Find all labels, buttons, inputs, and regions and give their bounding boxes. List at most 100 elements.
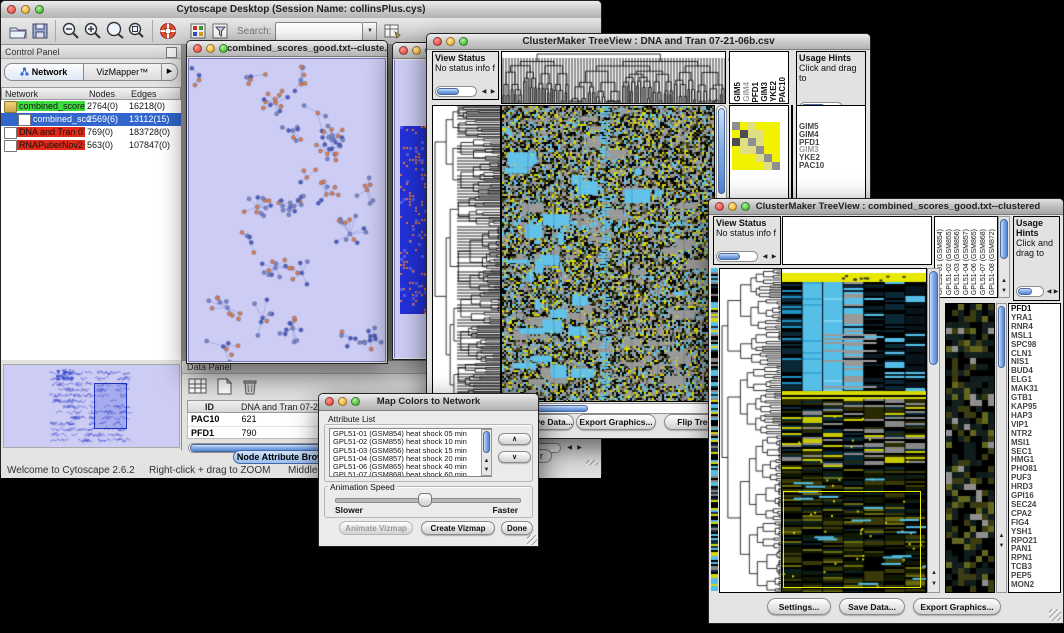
close-icon[interactable] (325, 397, 334, 406)
matrix-cell[interactable] (764, 162, 772, 170)
scroll-right-icon[interactable]: ▶ (489, 88, 497, 96)
matrix-cell[interactable] (772, 122, 780, 130)
minimize-icon[interactable] (412, 46, 421, 55)
scroll-up-icon[interactable]: ▲ (998, 532, 1005, 540)
matrix-cell[interactable] (772, 130, 780, 138)
scroll-right-icon[interactable]: ▶ (1053, 288, 1059, 296)
matrix-cell[interactable] (748, 122, 756, 130)
zoom-fit-icon[interactable] (126, 20, 148, 42)
attribute-listbox[interactable]: GPL51-01 (GSM854) heat shock 05 minGPL51… (329, 428, 492, 477)
view-status-scrollbar[interactable] (435, 86, 477, 97)
scroll-up-icon[interactable]: ▲ (930, 569, 938, 577)
network-tree-row[interactable]: RNAPuberNov2+ 563(0) 107847(0) (1, 139, 181, 152)
matrix-cell[interactable] (740, 154, 748, 162)
speed-slider-thumb[interactable] (418, 493, 432, 507)
network-tree-row[interactable]: DNA and Tran 07 769(0) 183728(0) (1, 126, 181, 139)
global-overview-strip[interactable] (711, 268, 718, 591)
matrix-cell[interactable] (732, 154, 740, 162)
close-icon[interactable] (7, 5, 16, 14)
tab-vizmapper[interactable]: VizMapper™ (84, 63, 163, 81)
attribute-list-scrollbar[interactable]: ▲ ▼ (481, 429, 492, 476)
float-panel-icon[interactable] (166, 47, 177, 58)
new-attribute-icon[interactable] (214, 378, 234, 401)
dialog-resize-grip[interactable] (527, 535, 537, 545)
attribute-list-item[interactable]: GPL51-07 (GSM868) heat shock 60 min (333, 471, 491, 477)
scroll-left-icon[interactable]: ◀ (565, 444, 574, 452)
search-dropdown-button[interactable]: ▼ (363, 22, 377, 41)
network-tree-row[interactable]: combined_scores 2764(0) 16218(0) (1, 100, 181, 113)
matrix-cell[interactable] (764, 138, 772, 146)
zoom-window-icon[interactable] (35, 5, 44, 14)
zoom-in-icon[interactable] (82, 20, 104, 42)
minimize-icon[interactable] (338, 397, 347, 406)
matrix-cell[interactable] (740, 130, 748, 138)
matrix-cell[interactable] (756, 130, 764, 138)
zoom-window-icon[interactable] (741, 202, 750, 211)
matrix-cell[interactable] (740, 146, 748, 154)
nodes-col-header[interactable]: Nodes (86, 87, 129, 100)
edge-attribute-browser-tab-partial[interactable]: r (538, 449, 552, 463)
matrix-cell[interactable] (764, 122, 772, 130)
scroll-left-icon[interactable]: ◀ (1046, 288, 1052, 296)
scroll-up-icon[interactable]: ▲ (483, 457, 490, 465)
matrix-cell[interactable] (748, 146, 756, 154)
zoom-selected-icon[interactable] (104, 20, 126, 42)
gene-list-scrollbar[interactable]: ▲ ▼ (996, 303, 1007, 593)
matrix-cell[interactable] (748, 138, 756, 146)
minimize-icon[interactable] (206, 44, 215, 53)
export-graphics-button[interactable]: Export Graphics... (576, 414, 656, 430)
matrix-cell[interactable] (740, 162, 748, 170)
matrix-cell[interactable] (732, 122, 740, 130)
delete-attribute-trash-icon[interactable] (240, 378, 260, 401)
treeview1-titlebar[interactable]: ClusterMaker TreeView : DNA and Tran 07-… (427, 34, 870, 50)
matrix-cell[interactable] (772, 154, 780, 162)
minimize-icon[interactable] (728, 202, 737, 211)
network-graph-canvas[interactable] (189, 59, 385, 361)
help-lifering-icon[interactable] (157, 20, 179, 42)
main-titlebar[interactable]: Cytoscape Desktop (Session Name: collins… (1, 1, 601, 19)
matrix-cell[interactable] (772, 146, 780, 154)
row-dendrogram-canvas[interactable] (720, 269, 781, 592)
open-file-icon[interactable] (7, 20, 29, 42)
search-input[interactable] (275, 22, 363, 41)
tv1-column-labels[interactable]: GIM5GIM4PFD1GIM3YKE2PAC10 (729, 51, 789, 104)
minimize-icon[interactable] (21, 5, 30, 14)
move-up-button[interactable]: ∧ (498, 433, 531, 445)
scroll-down-icon[interactable]: ▼ (1000, 287, 1008, 295)
matrix-cell[interactable] (732, 138, 740, 146)
scroll-left-icon[interactable]: ◀ (480, 88, 488, 96)
row-dendrogram-canvas[interactable] (433, 106, 500, 401)
heatmap-canvas[interactable] (502, 106, 714, 401)
close-icon[interactable] (193, 44, 202, 53)
matrix-cell[interactable] (756, 146, 764, 154)
tab-overflow-button[interactable]: ▶ (162, 63, 178, 81)
edges-col-header[interactable]: Edges (128, 87, 181, 100)
close-icon[interactable] (433, 37, 442, 46)
treeview2-titlebar[interactable]: ClusterMaker TreeView : combined_scores_… (709, 199, 1063, 215)
matrix-cell[interactable] (732, 162, 740, 170)
scroll-down-icon[interactable]: ▼ (483, 466, 490, 474)
matrix-cell[interactable] (732, 146, 740, 154)
zoom-window-icon[interactable] (459, 37, 468, 46)
heatmap-selection-rect[interactable] (783, 491, 921, 588)
scroll-down-icon[interactable]: ▼ (930, 580, 938, 588)
network-view-titlebar[interactable]: combined_scores_good.txt--cluste... (187, 41, 387, 57)
save-data-button[interactable]: Save Data... (839, 598, 905, 615)
create-vizmap-button[interactable]: Create Vizmap (421, 521, 495, 535)
view-status-scrollbar[interactable] (716, 251, 758, 262)
table-select-icon[interactable] (188, 378, 208, 401)
top-dendrogram-area[interactable] (782, 216, 932, 265)
matrix-cell[interactable] (764, 146, 772, 154)
similarity-matrix[interactable] (732, 122, 780, 170)
tv2-gene-list[interactable]: PFD1YRA1RNR4MSL1SPC98CLN1NIS1BUD4ELG1MAK… (1008, 303, 1061, 593)
scroll-down-icon[interactable]: ▼ (998, 542, 1005, 550)
heatmap-vscrollbar[interactable]: ▲ ▼ (927, 268, 940, 593)
matrix-cell[interactable] (764, 154, 772, 162)
column-labels-scrollbar[interactable]: ▲ ▼ (998, 216, 1010, 298)
matrix-cell[interactable] (748, 162, 756, 170)
matrix-cell[interactable] (748, 130, 756, 138)
matrix-cell[interactable] (764, 130, 772, 138)
top-dendrogram-canvas[interactable] (502, 52, 725, 103)
matrix-cell[interactable] (740, 122, 748, 130)
done-button[interactable]: Done (501, 521, 533, 535)
